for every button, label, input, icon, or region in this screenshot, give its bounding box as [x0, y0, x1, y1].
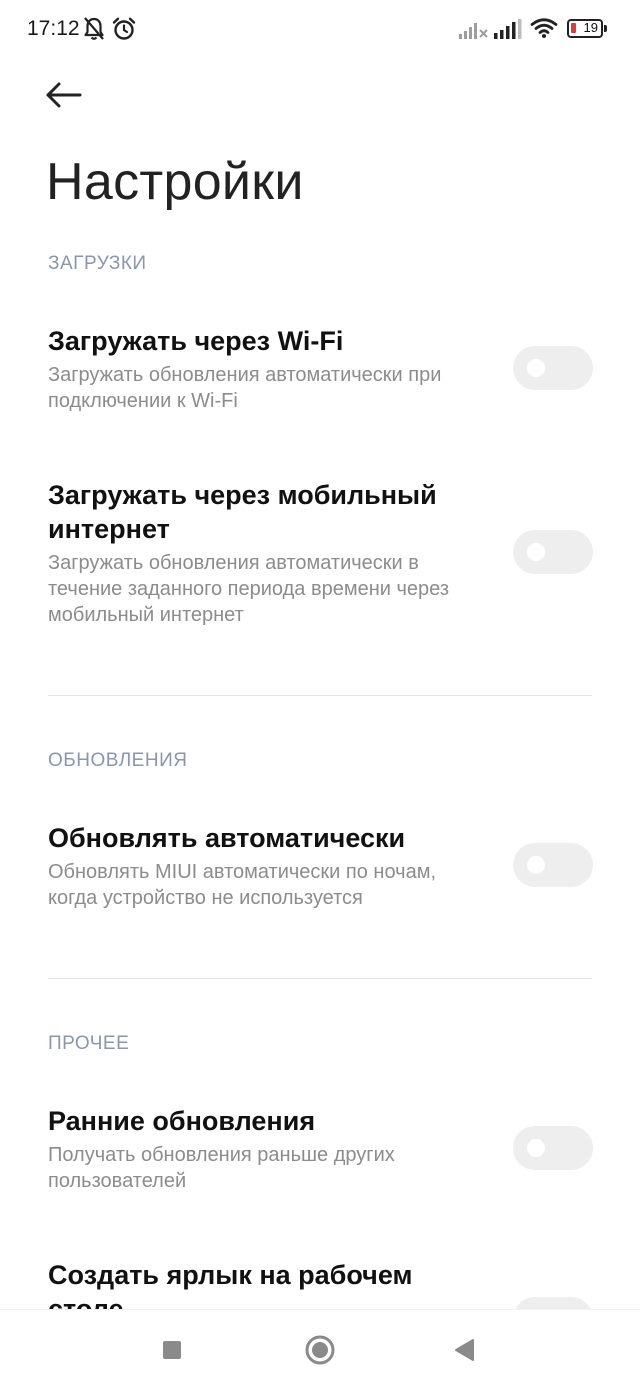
system-back-button[interactable] [442, 1328, 486, 1372]
wifi-icon [530, 17, 558, 44]
recents-button[interactable] [150, 1328, 194, 1372]
setting-description: Получать обновления раньше других пользо… [48, 1144, 395, 1192]
home-circle-icon [298, 1335, 342, 1376]
toggle-download-mobile[interactable] [513, 530, 593, 574]
setting-description: Загружать обновления автоматически в теч… [48, 552, 449, 626]
setting-title: Загружать через мобильный интернет [48, 480, 437, 544]
alarm-icon [111, 16, 137, 47]
setting-title: Ранние обновления [48, 1106, 316, 1136]
toggle-early-updates[interactable] [513, 1126, 593, 1170]
page-title: Настройки [46, 153, 304, 211]
section-label-updates: ОБНОВЛЕНИЯ [48, 750, 188, 771]
battery-level-fill [571, 23, 576, 33]
toggle-download-wifi[interactable] [513, 346, 593, 390]
toggle-knob [527, 856, 545, 874]
status-time: 17:12 [27, 17, 80, 40]
settings-screen: 17:12 19 Настройки ЗАГРУЗКИ Загружать че… [0, 0, 640, 1387]
arrow-left-icon [40, 82, 90, 122]
section-label-downloads: ЗАГРУЗКИ [48, 253, 147, 274]
signal-icon [494, 19, 524, 44]
toggle-knob [527, 359, 545, 377]
back-button[interactable] [40, 74, 90, 118]
home-button[interactable] [298, 1328, 342, 1372]
notifications-off-icon [82, 16, 106, 47]
signal-no-service-icon [459, 20, 489, 45]
setting-description: Обновлять MIUI автоматически по ночам, к… [48, 861, 436, 909]
section-label-other: ПРОЧЕЕ [48, 1033, 130, 1054]
status-bar: 17:12 19 [0, 0, 640, 60]
recents-square-icon [150, 1341, 194, 1376]
divider [48, 695, 592, 696]
navigation-bar [0, 1309, 640, 1387]
battery-level-text: 19 [583, 20, 598, 35]
toggle-knob [527, 1139, 545, 1157]
setting-title: Обновлять автоматически [48, 823, 406, 853]
toggle-knob [527, 543, 545, 561]
divider [48, 978, 592, 979]
battery-icon: 19 [567, 19, 607, 38]
back-triangle-icon [442, 1339, 486, 1376]
setting-description: Загружать обновления автоматически при п… [48, 364, 442, 412]
toggle-auto-update[interactable] [513, 843, 593, 887]
setting-title: Загружать через Wi-Fi [48, 326, 344, 356]
